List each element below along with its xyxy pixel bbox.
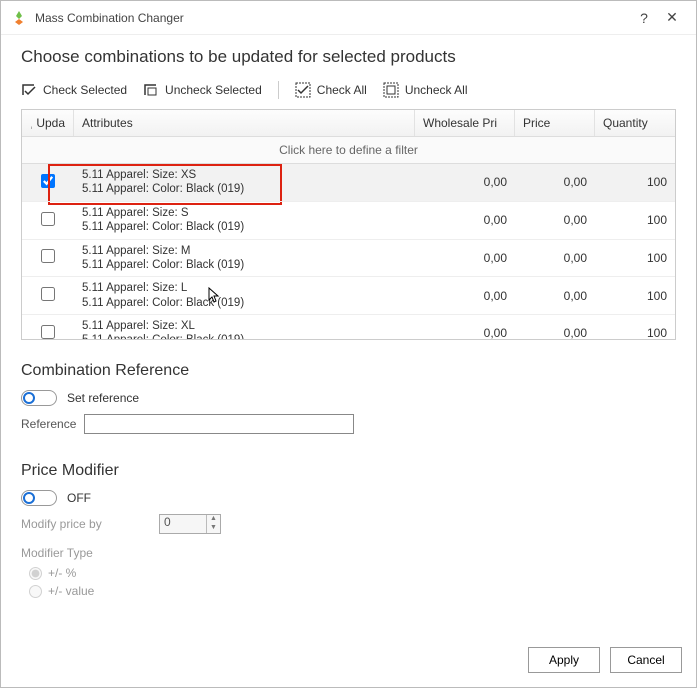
row-attributes: 5.11 Apparel: Size: XS5.11 Apparel: Colo…: [74, 164, 415, 201]
row-attributes: 5.11 Apparel: Size: XL5.11 Apparel: Colo…: [74, 315, 415, 339]
row-checkbox[interactable]: [41, 212, 55, 226]
row-price: 0,00: [515, 322, 595, 339]
cancel-button[interactable]: Cancel: [610, 647, 682, 673]
set-reference-toggle[interactable]: [21, 390, 57, 406]
uncheck-all-button[interactable]: Uncheck All: [383, 82, 468, 98]
modify-price-by-input[interactable]: 0 ▲▼: [159, 514, 221, 534]
row-qty: 100: [595, 209, 675, 231]
uncheck-selected-label: Uncheck Selected: [165, 83, 262, 97]
titlebar: Mass Combination Changer ? ✕: [1, 1, 696, 35]
row-attributes: 5.11 Apparel: Size: L5.11 Apparel: Color…: [74, 277, 415, 314]
row-price: 0,00: [515, 247, 595, 269]
table-row[interactable]: 5.11 Apparel: Size: S5.11 Apparel: Color…: [22, 201, 675, 239]
col-wholesale[interactable]: Wholesale Pri: [415, 110, 515, 136]
grid-header: Upda Attributes Wholesale Pri Price Quan…: [22, 110, 675, 137]
col-attributes[interactable]: Attributes: [74, 110, 415, 136]
modify-price-by-label: Modify price by: [21, 517, 151, 531]
row-price: 0,00: [515, 285, 595, 307]
col-price[interactable]: Price: [515, 110, 595, 136]
grid-rows: 5.11 Apparel: Size: XS5.11 Apparel: Colo…: [22, 164, 675, 339]
row-qty: 100: [595, 247, 675, 269]
uncheck-selected-icon: [143, 82, 159, 98]
row-wholesale: 0,00: [415, 171, 515, 193]
close-button[interactable]: ✕: [658, 9, 686, 26]
col-update[interactable]: Upda: [22, 110, 74, 136]
row-attributes: 5.11 Apparel: Size: S5.11 Apparel: Color…: [74, 202, 415, 239]
row-wholesale: 0,00: [415, 322, 515, 339]
row-qty: 100: [595, 285, 675, 307]
toolbar: Check Selected Uncheck Selected Check Al…: [21, 81, 676, 99]
modifier-value-radio[interactable]: [29, 585, 42, 598]
table-row[interactable]: 5.11 Apparel: Size: XL5.11 Apparel: Colo…: [22, 314, 675, 339]
modifier-percent-label: +/- %: [48, 566, 76, 580]
modifier-value-option[interactable]: +/- value: [29, 584, 676, 598]
price-modifier-toggle[interactable]: [21, 490, 57, 506]
uncheck-all-icon: [383, 82, 399, 98]
row-checkbox[interactable]: [41, 287, 55, 301]
apply-button[interactable]: Apply: [528, 647, 600, 673]
col-update-label: Upda: [36, 116, 65, 130]
row-wholesale: 0,00: [415, 247, 515, 269]
toolbar-divider: [278, 81, 279, 99]
uncheck-selected-button[interactable]: Uncheck Selected: [143, 82, 262, 98]
row-price: 0,00: [515, 209, 595, 231]
reference-label: Reference: [21, 417, 76, 431]
price-modifier-toggle-label: OFF: [67, 491, 91, 505]
check-selected-label: Check Selected: [43, 83, 127, 97]
row-attributes: 5.11 Apparel: Size: M5.11 Apparel: Color…: [74, 240, 415, 277]
price-modifier-title: Price Modifier: [21, 462, 676, 480]
modify-price-by-value: 0: [164, 515, 171, 529]
table-row[interactable]: 5.11 Apparel: Size: XS5.11 Apparel: Colo…: [22, 164, 675, 201]
check-selected-button[interactable]: Check Selected: [21, 82, 127, 98]
row-wholesale: 0,00: [415, 209, 515, 231]
combinations-grid: Upda Attributes Wholesale Pri Price Quan…: [21, 109, 676, 340]
uncheck-all-label: Uncheck All: [405, 83, 468, 97]
row-price: 0,00: [515, 171, 595, 193]
row-checkbox[interactable]: [41, 325, 55, 339]
col-quantity[interactable]: Quantity: [595, 110, 675, 136]
combination-reference-title: Combination Reference: [21, 362, 676, 380]
window-title: Mass Combination Changer: [35, 11, 630, 25]
check-all-label: Check All: [317, 83, 367, 97]
modifier-percent-option[interactable]: +/- %: [29, 566, 676, 580]
app-icon: [11, 10, 27, 26]
table-row[interactable]: 5.11 Apparel: Size: L5.11 Apparel: Color…: [22, 276, 675, 314]
filter-row[interactable]: Click here to define a filter: [22, 137, 675, 164]
page-heading: Choose combinations to be updated for se…: [21, 47, 676, 67]
pencil-icon: [30, 117, 32, 129]
stepper-icon[interactable]: ▲▼: [206, 515, 220, 533]
modifier-type-label: Modifier Type: [21, 546, 676, 560]
row-checkbox[interactable]: [41, 174, 55, 188]
row-checkbox[interactable]: [41, 249, 55, 263]
row-wholesale: 0,00: [415, 285, 515, 307]
check-all-icon: [295, 82, 311, 98]
check-all-button[interactable]: Check All: [295, 82, 367, 98]
reference-input[interactable]: [84, 414, 354, 434]
row-qty: 100: [595, 171, 675, 193]
check-selected-icon: [21, 82, 37, 98]
modifier-percent-radio[interactable]: [29, 567, 42, 580]
modifier-value-label: +/- value: [48, 584, 94, 598]
set-reference-label: Set reference: [67, 391, 139, 405]
help-button[interactable]: ?: [630, 10, 658, 26]
row-qty: 100: [595, 322, 675, 339]
table-row[interactable]: 5.11 Apparel: Size: M5.11 Apparel: Color…: [22, 239, 675, 277]
